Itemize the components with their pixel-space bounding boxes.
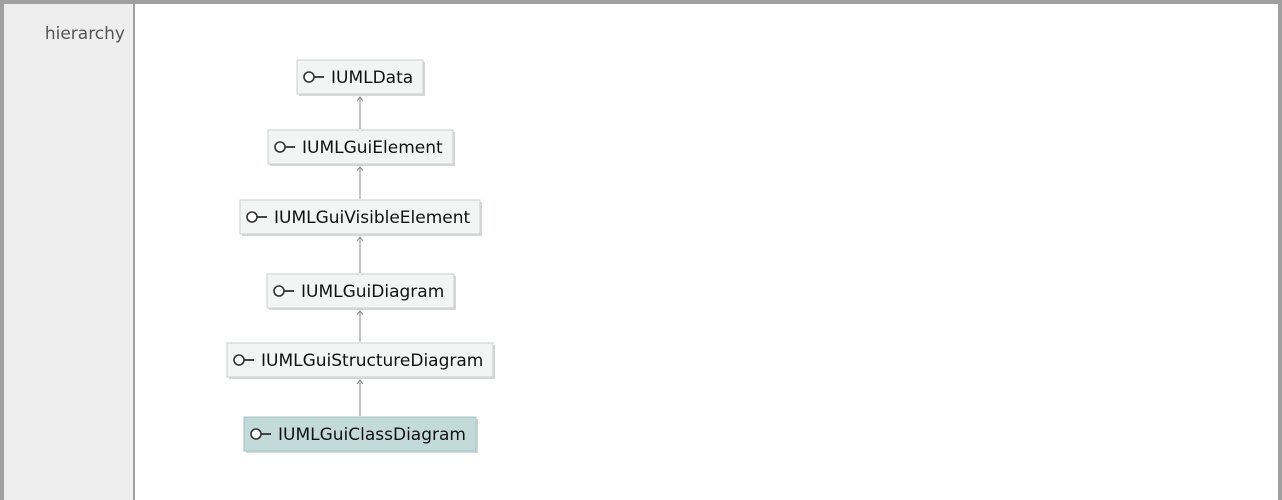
hierarchy-node[interactable]: IUMLGuiStructureDiagram — [226, 342, 495, 379]
inheritance-arrow — [356, 379, 364, 416]
hierarchy-node[interactable]: IUMLGuiDiagram — [266, 273, 456, 310]
node-label: IUMLGuiClassDiagram — [278, 425, 466, 445]
hierarchy-node[interactable]: IUMLGuiClassDiagram — [243, 416, 478, 453]
node-label: IUMLGuiStructureDiagram — [261, 351, 483, 371]
inheritance-diagram: IUMLData IUMLGuiElement IUMLGuiVisibleElem… — [226, 59, 495, 453]
node-label: IUMLGuiVisibleElement — [274, 208, 471, 228]
hierarchy-node[interactable]: IUMLGuiElement — [267, 129, 455, 166]
inheritance-arrow — [356, 96, 364, 129]
node-label: IUMLGuiElement — [302, 138, 443, 158]
hierarchy-panel: hierarchy IUMLData IUMLGuiElement IUMLGuiV… — [0, 0, 1282, 500]
inheritance-arrow — [356, 166, 364, 199]
inheritance-arrow — [356, 310, 364, 342]
hierarchy-node[interactable]: IUMLGuiVisibleElement — [239, 199, 482, 236]
node-label: IUMLGuiDiagram — [301, 282, 444, 302]
inheritance-arrow — [356, 236, 364, 273]
hierarchy-node[interactable]: IUMLData — [296, 59, 425, 96]
node-label: IUMLData — [331, 68, 413, 88]
nodes: IUMLData IUMLGuiElement IUMLGuiVisibleElem… — [226, 59, 495, 453]
